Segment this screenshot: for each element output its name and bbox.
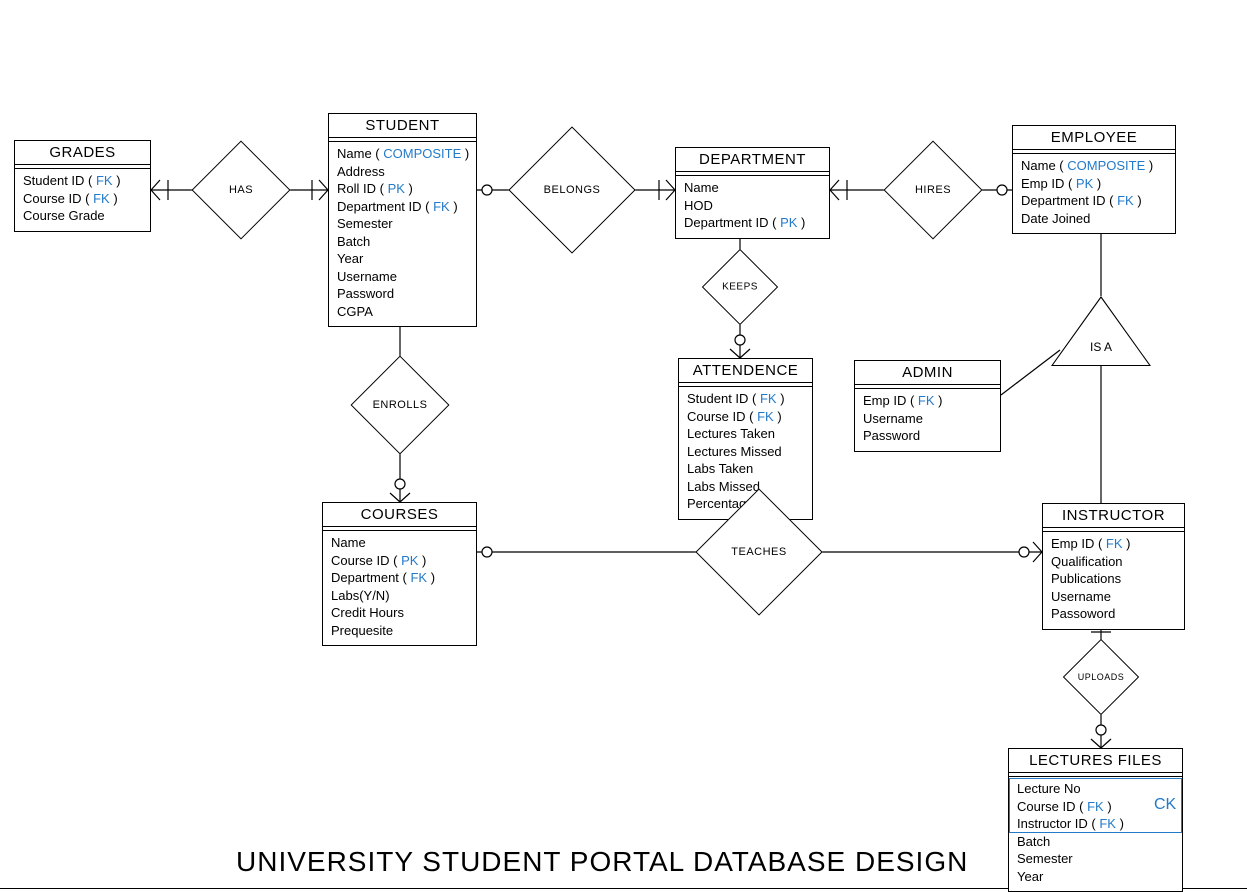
- entity-body: NameHODDepartment ID ( PK ): [676, 176, 829, 238]
- attribute: Passoword: [1051, 605, 1176, 623]
- entity-body: Emp ID ( FK )UsernamePassword: [855, 389, 1000, 451]
- attribute: Year: [1017, 868, 1174, 886]
- entity-admin: ADMIN Emp ID ( FK )UsernamePassword: [854, 360, 1001, 452]
- entity-attendence: ATTENDENCE Student ID ( FK )Course ID ( …: [678, 358, 813, 520]
- attribute: Credit Hours: [331, 604, 468, 622]
- attribute: Course Grade: [23, 207, 142, 225]
- attribute: Date Joined: [1021, 210, 1167, 228]
- attribute: Batch: [1017, 833, 1174, 851]
- attribute: Roll ID ( PK ): [337, 180, 468, 198]
- relationship-has: [192, 141, 291, 240]
- attribute: Student ID ( FK ): [687, 390, 804, 408]
- attribute: Password: [337, 285, 468, 303]
- entity-department: DEPARTMENT NameHODDepartment ID ( PK ): [675, 147, 830, 239]
- relationship-enrolls: [351, 356, 450, 455]
- relationship-keeps: [702, 249, 778, 325]
- relationship-is-a: [1051, 296, 1151, 366]
- attribute: Lectures Taken: [687, 425, 804, 443]
- attribute: Course ID ( PK ): [331, 552, 468, 570]
- entity-title: EMPLOYEE: [1013, 126, 1175, 150]
- attribute: Department ID ( FK ): [1021, 192, 1167, 210]
- relationship-uploads: [1063, 639, 1139, 715]
- attribute: Department ID ( FK ): [337, 198, 468, 216]
- attribute: Semester: [337, 215, 468, 233]
- entity-title: GRADES: [15, 141, 150, 165]
- attribute: Labs Taken: [687, 460, 804, 478]
- entity-body: Student ID ( FK )Course ID ( FK )Course …: [15, 169, 150, 231]
- attribute: CGPA: [337, 303, 468, 321]
- attribute: Student ID ( FK ): [23, 172, 142, 190]
- entity-title: INSTRUCTOR: [1043, 504, 1184, 528]
- relationship-label: IS A: [1090, 340, 1112, 354]
- entity-title: ADMIN: [855, 361, 1000, 385]
- attribute: Name ( COMPOSITE ): [337, 145, 468, 163]
- attribute: HOD: [684, 197, 821, 215]
- entity-body: Name ( COMPOSITE )AddressRoll ID ( PK )D…: [329, 142, 476, 326]
- attribute: Name: [331, 534, 468, 552]
- attribute: Username: [863, 410, 992, 428]
- relationship-belongs: [508, 126, 635, 253]
- ck-label: CK: [1154, 796, 1176, 814]
- entity-title: STUDENT: [329, 114, 476, 138]
- attribute: Prequesite: [331, 622, 468, 640]
- attribute: Year: [337, 250, 468, 268]
- entity-body: Name ( COMPOSITE )Emp ID ( PK )Departmen…: [1013, 154, 1175, 233]
- attribute: Labs Missed: [687, 478, 804, 496]
- entity-body: Emp ID ( FK )QualificationPublicationsUs…: [1043, 532, 1184, 629]
- attribute: Course ID ( FK ): [23, 190, 142, 208]
- attribute: Emp ID ( FK ): [863, 392, 992, 410]
- attribute: Department ID ( PK ): [684, 214, 821, 232]
- relationship-hires: [884, 141, 983, 240]
- entity-grades: GRADES Student ID ( FK )Course ID ( FK )…: [14, 140, 151, 232]
- attribute: Name: [684, 179, 821, 197]
- entity-title: LECTURES FILES: [1009, 749, 1182, 773]
- attribute: Labs(Y/N): [331, 587, 468, 605]
- attribute: Name ( COMPOSITE ): [1021, 157, 1167, 175]
- entity-student: STUDENT Name ( COMPOSITE )AddressRoll ID…: [328, 113, 477, 327]
- attribute: Lectures Missed: [687, 443, 804, 461]
- entity-instructor: INSTRUCTOR Emp ID ( FK )QualificationPub…: [1042, 503, 1185, 630]
- attribute: Address: [337, 163, 468, 181]
- attribute: Password: [863, 427, 992, 445]
- entity-title: DEPARTMENT: [676, 148, 829, 172]
- entity-body: NameCourse ID ( PK )Department ( FK )Lab…: [323, 531, 476, 645]
- entity-title: COURSES: [323, 503, 476, 527]
- attribute: Course ID ( FK ): [687, 408, 804, 426]
- attribute: Publications: [1051, 570, 1176, 588]
- attribute: Username: [337, 268, 468, 286]
- entity-body: Student ID ( FK )Course ID ( FK )Lecture…: [679, 387, 812, 519]
- attribute: Emp ID ( PK ): [1021, 175, 1167, 193]
- attribute: Batch: [337, 233, 468, 251]
- attribute: Username: [1051, 588, 1176, 606]
- entity-courses: COURSES NameCourse ID ( PK )Department (…: [322, 502, 477, 646]
- page-title: UNIVERSITY STUDENT PORTAL DATABASE DESIG…: [236, 846, 968, 878]
- entity-employee: EMPLOYEE Name ( COMPOSITE )Emp ID ( PK )…: [1012, 125, 1176, 234]
- attribute: Emp ID ( FK ): [1051, 535, 1176, 553]
- attribute: Department ( FK ): [331, 569, 468, 587]
- entity-title: ATTENDENCE: [679, 359, 812, 383]
- attribute: Semester: [1017, 850, 1174, 868]
- attribute: Qualification: [1051, 553, 1176, 571]
